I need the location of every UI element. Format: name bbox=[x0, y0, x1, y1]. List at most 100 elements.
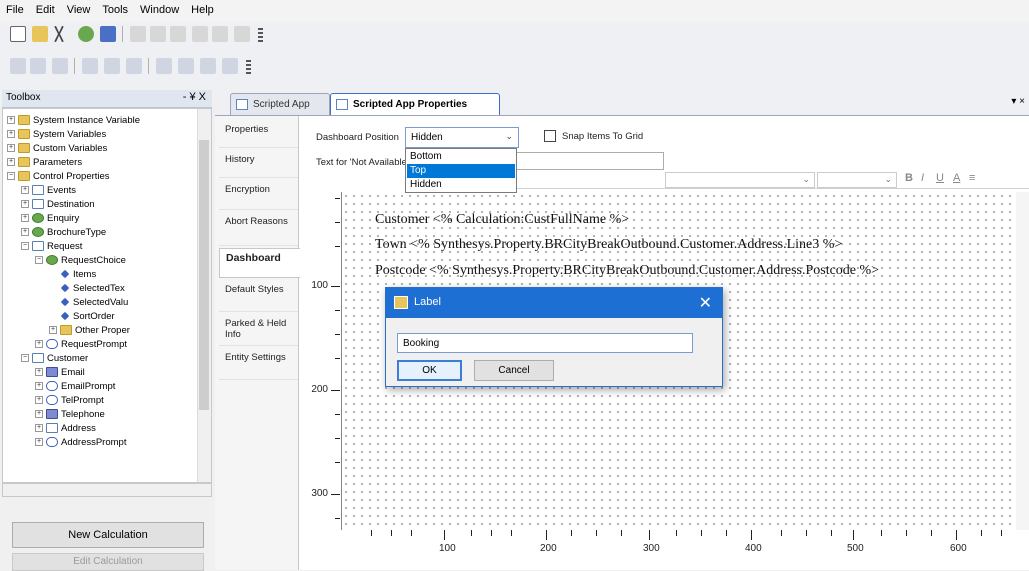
menu-window[interactable]: Window bbox=[134, 0, 185, 16]
align-icon[interactable]: ≡ bbox=[969, 172, 975, 184]
expand-icon[interactable]: + bbox=[35, 340, 43, 348]
add-icon[interactable] bbox=[78, 26, 94, 42]
collapse-icon[interactable]: − bbox=[21, 354, 29, 362]
toolbar-grip[interactable] bbox=[258, 28, 263, 42]
collapse-icon[interactable]: − bbox=[21, 242, 29, 250]
align-center-icon[interactable] bbox=[30, 58, 46, 74]
tree-item[interactable]: SelectedValu bbox=[59, 295, 128, 309]
tree-item[interactable]: + System Instance Variable bbox=[7, 113, 140, 127]
vtab-history[interactable]: History bbox=[219, 150, 298, 178]
expand-icon[interactable]: + bbox=[35, 438, 43, 446]
canvas-label-postcode[interactable]: Postcode <% Synthesys.Property.BRCityBre… bbox=[375, 263, 879, 279]
vtab-encryption[interactable]: Encryption bbox=[219, 180, 298, 210]
italic-icon[interactable]: I bbox=[921, 172, 924, 184]
snap-to-grid-checkbox[interactable] bbox=[544, 130, 556, 142]
tree-horizontal-scrollbar[interactable] bbox=[2, 483, 212, 497]
tree-item[interactable]: + Destination bbox=[21, 197, 95, 211]
close-icon[interactable]: ✕ bbox=[699, 293, 712, 313]
align-left-icon[interactable] bbox=[10, 58, 26, 74]
same-height-icon[interactable] bbox=[178, 58, 194, 74]
tree-item[interactable]: + BrochureType bbox=[21, 225, 106, 239]
cancel-button[interactable]: Cancel bbox=[474, 360, 554, 381]
collapse-icon[interactable]: − bbox=[7, 172, 15, 180]
tree-item[interactable]: + Other Proper bbox=[49, 323, 130, 337]
tree-item[interactable]: + AddressPrompt bbox=[35, 435, 126, 449]
spacing-icon[interactable] bbox=[222, 58, 238, 74]
tree-item[interactable]: + EmailPrompt bbox=[35, 379, 115, 393]
tree-item[interactable]: + Telephone bbox=[35, 407, 105, 421]
find-icon[interactable] bbox=[234, 26, 250, 42]
cut-icon[interactable] bbox=[130, 26, 146, 42]
vtab-dashboard[interactable]: Dashboard bbox=[219, 248, 300, 278]
edit-calculation-button[interactable]: Edit Calculation bbox=[12, 553, 204, 571]
expand-icon[interactable]: + bbox=[21, 228, 29, 236]
expand-icon[interactable]: + bbox=[7, 130, 15, 138]
menu-view[interactable]: View bbox=[61, 0, 97, 16]
option-bottom[interactable]: Bottom bbox=[407, 150, 515, 164]
align-right-icon[interactable] bbox=[52, 58, 68, 74]
tree-item[interactable]: + Events bbox=[21, 183, 76, 197]
vtab-default-styles[interactable]: Default Styles bbox=[219, 280, 298, 312]
option-top[interactable]: Top bbox=[407, 164, 515, 178]
save-icon[interactable] bbox=[100, 26, 116, 42]
collapse-icon[interactable]: − bbox=[35, 256, 43, 264]
expand-icon[interactable]: + bbox=[35, 368, 43, 376]
delete-icon[interactable] bbox=[54, 26, 64, 42]
tree-scroll-thumb[interactable] bbox=[199, 140, 209, 410]
menu-edit[interactable]: Edit bbox=[30, 0, 61, 16]
vtab-properties[interactable]: Properties bbox=[219, 120, 298, 148]
vtab-entity-settings[interactable]: Entity Settings bbox=[219, 348, 298, 380]
paste-icon[interactable] bbox=[170, 26, 186, 42]
font-name-combo[interactable]: ⌄ bbox=[665, 172, 815, 188]
expand-icon[interactable]: + bbox=[21, 214, 29, 222]
tree-item[interactable]: SortOrder bbox=[59, 309, 115, 323]
expand-icon[interactable]: + bbox=[21, 200, 29, 208]
same-size-icon[interactable] bbox=[200, 58, 216, 74]
expand-icon[interactable]: + bbox=[35, 396, 43, 404]
expand-icon[interactable]: + bbox=[7, 158, 15, 166]
expand-icon[interactable]: + bbox=[35, 410, 43, 418]
vtab-parked-held-info[interactable]: Parked & Held Info bbox=[219, 314, 298, 346]
expand-icon[interactable]: + bbox=[49, 326, 57, 334]
copy-icon[interactable] bbox=[150, 26, 166, 42]
open-icon[interactable] bbox=[32, 26, 48, 42]
menu-help[interactable]: Help bbox=[185, 0, 220, 16]
new-calculation-button[interactable]: New Calculation bbox=[12, 522, 204, 548]
dashboard-position-select[interactable]: Hidden ⌄ bbox=[405, 127, 519, 148]
tree-item[interactable]: − Request bbox=[21, 239, 82, 253]
align-middle-icon[interactable] bbox=[104, 58, 120, 74]
same-width-icon[interactable] bbox=[156, 58, 172, 74]
option-hidden[interactable]: Hidden bbox=[407, 178, 515, 192]
tree-item[interactable]: SelectedTex bbox=[59, 281, 125, 295]
expand-icon[interactable]: + bbox=[21, 186, 29, 194]
expand-icon[interactable]: + bbox=[7, 116, 15, 124]
canvas-vertical-scrollbar[interactable] bbox=[1016, 192, 1029, 530]
tab-scripted-app-properties[interactable]: Scripted App Properties bbox=[330, 93, 500, 115]
tree-item[interactable]: − RequestChoice bbox=[35, 253, 126, 267]
tree-item[interactable]: + Enquiry bbox=[21, 211, 79, 225]
undo-icon[interactable] bbox=[192, 26, 208, 42]
tree-item[interactable]: + Custom Variables bbox=[7, 141, 107, 155]
expand-icon[interactable]: + bbox=[35, 424, 43, 432]
tree-item[interactable]: − Control Properties bbox=[7, 169, 110, 183]
tree-item[interactable]: + System Variables bbox=[7, 127, 106, 141]
menu-tools[interactable]: Tools bbox=[96, 0, 134, 16]
toolbox-window-controls[interactable]: - ¥ X bbox=[183, 91, 206, 103]
ok-button[interactable]: OK bbox=[397, 360, 462, 381]
tree-item[interactable]: − Customer bbox=[21, 351, 88, 365]
vtab-abort-reasons[interactable]: Abort Reasons bbox=[219, 212, 298, 246]
canvas-label-town[interactable]: Town <% Synthesys.Property.BRCityBreakOu… bbox=[375, 237, 842, 253]
menu-file[interactable]: File bbox=[0, 0, 30, 16]
bold-icon[interactable]: B bbox=[905, 172, 913, 184]
font-size-combo[interactable]: ⌄ bbox=[817, 172, 897, 188]
canvas-label-customer[interactable]: Customer <% Calculation:CustFullName %> bbox=[375, 212, 629, 228]
new-icon[interactable] bbox=[10, 26, 26, 42]
font-color-icon[interactable]: A bbox=[953, 172, 960, 184]
redo-icon[interactable] bbox=[212, 26, 228, 42]
label-text-input[interactable]: Booking bbox=[397, 333, 693, 353]
align-bottom-icon[interactable] bbox=[126, 58, 142, 74]
align-top-icon[interactable] bbox=[82, 58, 98, 74]
tree-item[interactable]: + Address bbox=[35, 421, 96, 435]
expand-icon[interactable]: + bbox=[35, 382, 43, 390]
tree-item[interactable]: Items bbox=[59, 267, 96, 281]
